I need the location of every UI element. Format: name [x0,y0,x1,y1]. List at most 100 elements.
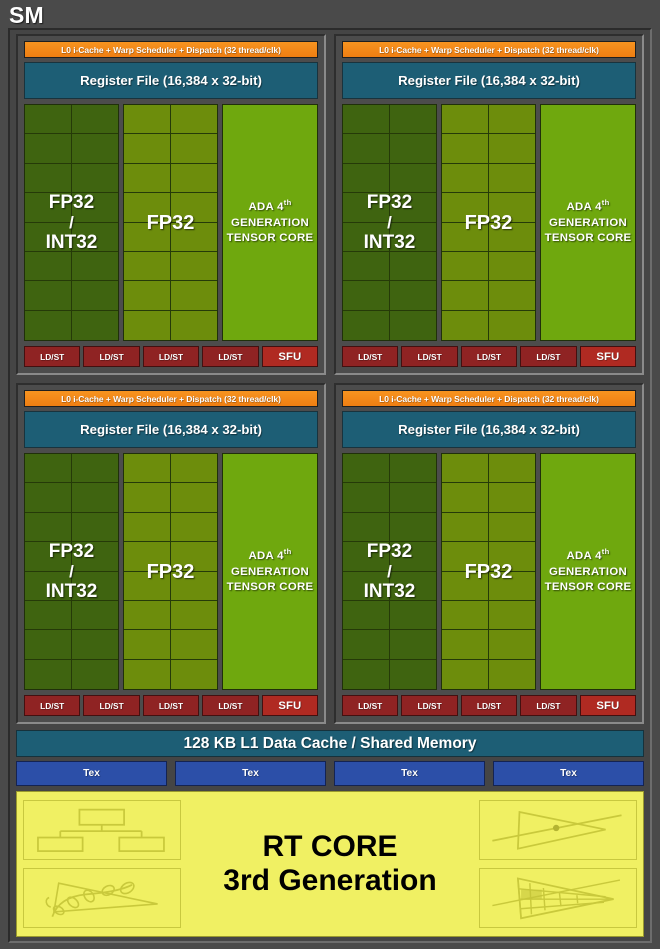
core-array: FP32 / INT32 FP32 ADA 4th GENERATION TEN… [24,453,318,690]
tensor-core-block[interactable]: ADA 4th GENERATION TENSOR CORE [222,104,318,341]
fp32-int32-core-group[interactable]: FP32 / INT32 [24,453,119,690]
core-cell [343,542,390,572]
core-cell [25,163,72,194]
ldst-unit[interactable]: LD/ST [142,695,200,716]
ldst-unit[interactable]: LD/ST [520,695,577,716]
core-cell [71,600,118,631]
core-cell [25,281,72,311]
processing-block[interactable]: L0 i-Cache + Warp Scheduler + Dispatch (… [16,34,326,375]
warp-scheduler-bar[interactable]: L0 i-Cache + Warp Scheduler + Dispatch (… [24,390,318,407]
ldst-unit[interactable]: LD/ST [401,346,458,367]
fp32-core-group[interactable]: FP32 [123,453,218,690]
core-cell [25,512,72,543]
processing-block[interactable]: L0 i-Cache + Warp Scheduler + Dispatch (… [16,383,326,724]
core-cell [124,512,171,543]
core-cell [488,105,535,135]
ldst-unit[interactable]: LD/ST [342,346,399,367]
core-cell [170,571,217,601]
fp32-core-group[interactable]: FP32 [123,104,218,341]
core-cell [71,193,118,223]
core-cell [488,310,535,340]
ldst-unit[interactable]: LD/ST [202,695,259,716]
core-cell [71,134,118,164]
core-cell [343,251,390,282]
core-cell [488,483,535,513]
tensor-core-line2: GENERATION [230,216,310,229]
core-cell [170,600,217,631]
core-cell [442,512,489,543]
tensor-core-line1: ADA 4 [248,549,284,562]
fp32-core-group[interactable]: FP32 [441,453,536,690]
ldst-unit[interactable]: LD/ST [83,695,140,716]
processing-block[interactable]: L0 i-Cache + Warp Scheduler + Dispatch (… [334,383,644,724]
register-file-bar[interactable]: Register File (16,384 x 32-bit) [342,62,636,99]
core-cell [124,193,171,223]
core-cell [488,251,535,282]
sfu-unit[interactable]: SFU [261,346,319,367]
fp32-int32-core-group[interactable]: FP32 / INT32 [342,104,437,341]
core-cell [25,193,72,223]
core-cell [343,310,390,340]
core-cell [124,222,171,252]
register-file-bar[interactable]: Register File (16,384 x 32-bit) [24,411,318,448]
core-cell [389,105,436,135]
core-cell [124,454,171,484]
tensor-core-superscript: th [601,198,610,207]
texture-unit[interactable]: Tex [493,761,644,786]
register-file-bar[interactable]: Register File (16,384 x 32-bit) [24,62,318,99]
sfu-unit[interactable]: SFU [579,695,637,716]
core-cell [25,222,72,252]
sfu-unit[interactable]: SFU [261,695,319,716]
processing-block[interactable]: L0 i-Cache + Warp Scheduler + Dispatch (… [334,34,644,375]
texture-unit[interactable]: Tex [175,761,326,786]
ldst-unit[interactable]: LD/ST [460,346,518,367]
fp32-int32-core-group[interactable]: FP32 / INT32 [24,104,119,341]
core-cell [124,630,171,660]
ldst-unit[interactable]: LD/ST [342,695,399,716]
ldst-unit[interactable]: LD/ST [24,695,81,716]
core-cell [343,571,390,601]
ldst-unit[interactable]: LD/ST [520,346,577,367]
fp32-int32-core-group[interactable]: FP32 / INT32 [342,453,437,690]
tensor-core-block[interactable]: ADA 4th GENERATION TENSOR CORE [222,453,318,690]
tensor-core-superscript: th [283,547,292,556]
core-cell [124,105,171,135]
sfu-unit[interactable]: SFU [579,346,637,367]
core-cell [25,483,72,513]
ldst-unit[interactable]: LD/ST [83,346,140,367]
ldst-sfu-row: LD/ST LD/ST LD/ST LD/ST SFU [24,346,319,367]
ldst-unit[interactable]: LD/ST [460,695,518,716]
core-cell [389,251,436,282]
ldst-unit[interactable]: LD/ST [24,346,81,367]
core-cell [71,281,118,311]
opacity-micromap-foliage-icon [23,868,181,928]
core-cell [343,105,390,135]
core-cell [71,571,118,601]
warp-scheduler-bar[interactable]: L0 i-Cache + Warp Scheduler + Dispatch (… [342,41,636,58]
register-file-bar[interactable]: Register File (16,384 x 32-bit) [342,411,636,448]
core-cell [170,193,217,223]
core-cell [25,542,72,572]
ldst-unit[interactable]: LD/ST [401,695,458,716]
warp-scheduler-bar[interactable]: L0 i-Cache + Warp Scheduler + Dispatch (… [342,390,636,407]
ldst-unit[interactable]: LD/ST [142,346,200,367]
core-cell [25,105,72,135]
rt-core-block[interactable]: RT CORE 3rd Generation [16,791,644,937]
tensor-core-block[interactable]: ADA 4th GENERATION TENSOR CORE [540,453,636,690]
ldst-unit[interactable]: LD/ST [202,346,259,367]
core-cell [488,193,535,223]
core-cell [71,483,118,513]
page-title: SM [9,2,44,28]
fp32-core-group[interactable]: FP32 [441,104,536,341]
warp-scheduler-bar[interactable]: L0 i-Cache + Warp Scheduler + Dispatch (… [24,41,318,58]
core-cell [389,630,436,660]
core-cell [343,193,390,223]
texture-unit[interactable]: Tex [334,761,485,786]
core-cell [488,630,535,660]
texture-unit[interactable]: Tex [16,761,167,786]
tensor-core-block[interactable]: ADA 4th GENERATION TENSOR CORE [540,104,636,341]
core-cell [170,483,217,513]
l1-data-cache-bar[interactable]: 128 KB L1 Data Cache / Shared Memory [16,730,644,757]
core-cell [71,659,118,689]
core-cell [343,600,390,631]
